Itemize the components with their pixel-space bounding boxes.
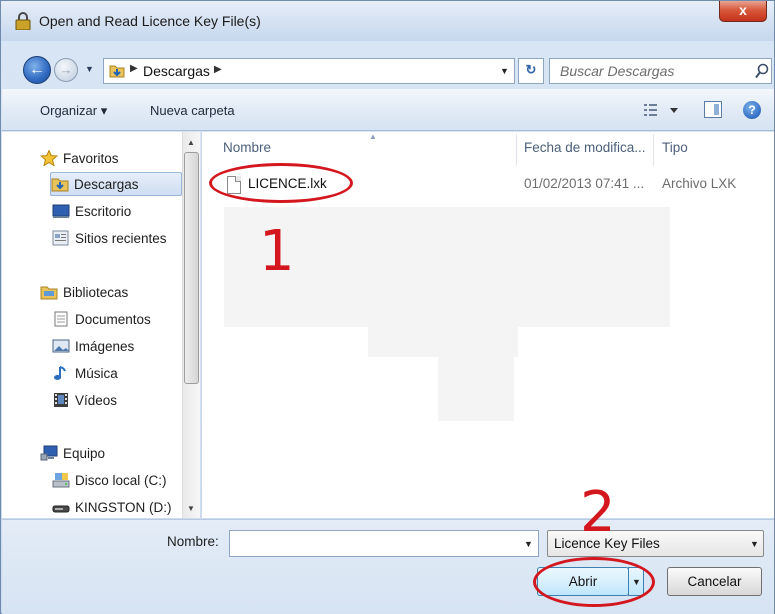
nav-item-imagenes[interactable]: Imágenes — [52, 334, 134, 358]
nav-item-bibliotecas[interactable]: Bibliotecas — [40, 280, 128, 304]
address-row: ← → ▼ ▶ Descargas ▶ ▼ ↻ Buscar Descargas — [1, 46, 774, 86]
downloads-folder-icon — [51, 176, 69, 192]
search-input[interactable]: Buscar Descargas — [549, 58, 772, 84]
nav-item-label: Sitios recientes — [75, 230, 167, 246]
refresh-icon: ↻ — [525, 62, 537, 77]
new-folder-button[interactable]: Nueva carpeta — [150, 103, 235, 118]
title-bar: Open and Read Licence Key File(s) x — [1, 1, 774, 41]
nav-item-equipo[interactable]: Equipo — [40, 441, 105, 465]
sort-ascending-icon: ▲ — [369, 132, 377, 141]
forward-button[interactable]: → — [54, 58, 78, 82]
back-button[interactable]: ← — [23, 56, 51, 84]
forward-arrow-icon: → — [59, 62, 73, 77]
search-icon[interactable] — [755, 63, 769, 79]
close-icon: x — [739, 2, 747, 18]
help-button[interactable]: ? — [743, 101, 761, 119]
documents-icon — [52, 311, 70, 327]
nav-item-label: Imágenes — [75, 338, 135, 354]
nav-item-label: Favoritos — [63, 150, 119, 166]
nav-item-descargas[interactable]: Descargas — [50, 172, 182, 196]
column-header-date[interactable]: Fecha de modifica... — [524, 140, 646, 155]
view-list-icon — [644, 104, 657, 116]
usb-drive-icon — [52, 499, 70, 515]
scroll-up-icon[interactable]: ▲ — [187, 138, 195, 147]
nav-item-label: Disco local (C:) — [75, 472, 167, 488]
local-disk-icon — [52, 472, 70, 488]
preview-pane-button[interactable] — [704, 101, 722, 118]
annotation-step-2: 2 — [580, 480, 616, 545]
file-date: 01/02/2013 07:41 ... — [524, 176, 645, 191]
pictures-icon — [52, 338, 70, 354]
file-type: Archivo LXK — [662, 176, 737, 191]
breadcrumb-separator-icon[interactable]: ▶ — [130, 63, 138, 74]
nav-item-label: Bibliotecas — [63, 284, 129, 300]
column-header-name[interactable]: Nombre — [223, 140, 271, 155]
cancel-button[interactable]: Cancelar — [667, 567, 762, 596]
background-artifact — [368, 327, 518, 357]
nav-item-label: Escritorio — [75, 203, 132, 219]
navigation-pane: Favoritos Descargas Escritorio Sitios re… — [2, 132, 200, 518]
nav-item-documentos[interactable]: Documentos — [52, 307, 151, 331]
breadcrumb-separator-icon[interactable]: ▶ — [214, 64, 222, 75]
column-divider[interactable] — [653, 134, 654, 166]
scroll-down-icon[interactable]: ▼ — [187, 504, 195, 513]
back-arrow-icon: ← — [29, 61, 45, 78]
open-file-dialog: Open and Read Licence Key File(s) x ← → … — [0, 0, 775, 614]
close-button[interactable]: x — [719, 1, 767, 22]
search-placeholder: Buscar Descargas — [560, 63, 675, 79]
music-icon — [52, 365, 70, 381]
command-bar: Organizar ▾ Nueva carpeta ? — [2, 89, 774, 131]
file-name-label: Nombre: — [167, 534, 219, 549]
column-header-type[interactable]: Tipo — [662, 140, 688, 155]
downloads-folder-icon — [109, 63, 125, 78]
breadcrumb-descargas[interactable]: Descargas — [143, 63, 210, 79]
chevron-down-icon[interactable]: ▼ — [524, 539, 533, 549]
column-divider[interactable] — [516, 134, 517, 166]
change-view-button[interactable] — [640, 99, 682, 121]
scrollbar-thumb[interactable] — [184, 152, 199, 384]
nav-item-disco-local[interactable]: Disco local (C:) — [52, 468, 167, 492]
nav-item-label: Música — [75, 365, 118, 381]
refresh-button[interactable]: ↻ — [518, 58, 544, 84]
libraries-icon — [40, 284, 58, 300]
nav-item-label: KINGSTON (D:) — [75, 499, 172, 515]
annotation-circle-open — [533, 557, 655, 607]
nav-item-escritorio[interactable]: Escritorio — [52, 199, 131, 223]
nav-item-favoritos[interactable]: Favoritos — [39, 146, 119, 170]
annotation-step-1: 1 — [259, 219, 295, 284]
nav-item-sitios-recientes[interactable]: Sitios recientes — [52, 226, 167, 250]
window-title: Open and Read Licence Key File(s) — [39, 13, 261, 29]
desktop-icon — [52, 203, 70, 219]
nav-item-label: Descargas — [74, 176, 139, 192]
chevron-down-icon: ▼ — [750, 539, 759, 549]
organize-menu[interactable]: Organizar ▾ — [40, 103, 107, 119]
nav-item-musica[interactable]: Música — [52, 361, 118, 385]
nav-item-videos[interactable]: Vídeos — [52, 388, 117, 412]
nav-item-label: Equipo — [63, 445, 106, 461]
address-bar[interactable]: ▶ Descargas ▶ ▼ — [103, 58, 515, 84]
nav-item-label: Vídeos — [75, 392, 118, 408]
videos-icon — [52, 392, 70, 408]
help-icon: ? — [748, 103, 756, 117]
annotation-circle-file — [209, 163, 353, 203]
background-artifact — [438, 357, 514, 421]
computer-icon — [40, 445, 58, 461]
address-dropdown-icon[interactable]: ▼ — [500, 66, 509, 76]
file-name-input[interactable]: ▼ — [229, 530, 539, 557]
nav-item-label: Documentos — [75, 311, 151, 327]
recent-places-icon — [52, 230, 70, 246]
lock-icon — [15, 12, 31, 31]
nav-item-kingston[interactable]: KINGSTON (D:) — [52, 495, 172, 519]
recent-locations-dropdown[interactable]: ▼ — [85, 64, 94, 74]
navigation-scrollbar[interactable]: ▲ ▼ — [182, 132, 200, 518]
star-icon — [39, 149, 59, 167]
